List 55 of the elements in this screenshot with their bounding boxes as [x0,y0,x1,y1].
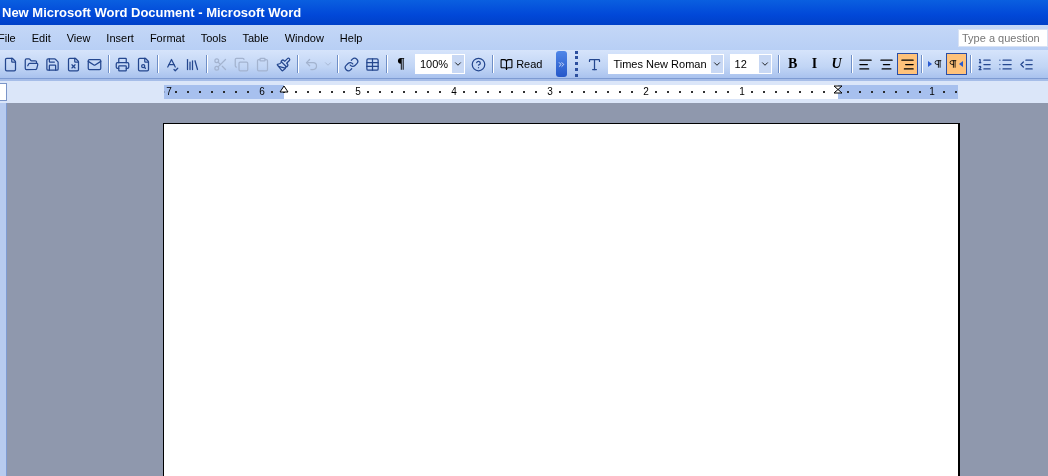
align-center-icon [878,56,894,72]
print-preview-icon [136,56,151,72]
link-icon [344,56,359,72]
align-left-icon [857,56,873,72]
folder-icon [24,56,39,72]
numbered-list-icon [976,56,992,72]
align-button[interactable] [896,53,918,75]
menu-item[interactable]: Help [339,31,371,44]
window-title: New Microsoft Word Document - Microsoft Word [2,5,302,20]
menu-item[interactable]: Window [284,31,332,44]
indent-marker[interactable] [279,85,289,93]
question-field[interactable]: Type a question [958,28,1048,47]
read-button[interactable]: Read [496,53,557,75]
decrease-indent-icon [1018,56,1034,72]
combo-box[interactable]: Times New Roman [608,54,724,74]
new-document-icon [3,56,18,72]
text-direction-button[interactable] [945,53,967,75]
bulleted-list-icon [997,56,1013,72]
menu-item[interactable]: View [66,31,99,44]
tab-selector[interactable] [0,83,7,101]
left-to-right-icon [927,58,944,70]
clipboard-icon [255,56,270,72]
menu-item[interactable]: Format [149,31,193,44]
spell-check-icon [164,56,179,72]
envelope-icon [87,56,102,72]
toolbar-button[interactable]: U [825,53,848,75]
help-icon [471,56,487,72]
toolbar-options-button[interactable] [556,51,568,77]
toolbar-button[interactable]: B [781,53,804,75]
combo-box[interactable]: 100% [415,54,466,74]
save-icon [45,56,60,72]
scissors-icon [213,56,228,72]
align-right-icon [899,56,915,72]
caret-icon [452,55,465,73]
menu-item[interactable]: Insert [106,31,142,44]
menu-item[interactable]: Table [242,31,277,44]
caret-icon [758,55,771,73]
undo-icon [304,56,319,72]
book-icon [500,57,514,71]
copy-icon [234,56,249,72]
paintbrush-icon [276,56,291,72]
caret-icon [323,59,333,69]
caret-icon [710,55,723,73]
text-style-icon [587,56,603,72]
books-icon [185,56,200,72]
toolbar-button[interactable]: I [803,53,826,75]
document-x-icon [66,56,81,72]
menu-item[interactable]: Edit [31,31,59,44]
menu-item[interactable]: Tools [200,31,235,44]
right-to-left-icon [948,58,965,70]
printer-icon [115,56,130,72]
toolbar-button[interactable]: ¶ [390,53,412,75]
combo-box[interactable]: 12 [729,54,772,74]
chevron-icon [557,59,567,69]
table-icon [365,56,380,72]
